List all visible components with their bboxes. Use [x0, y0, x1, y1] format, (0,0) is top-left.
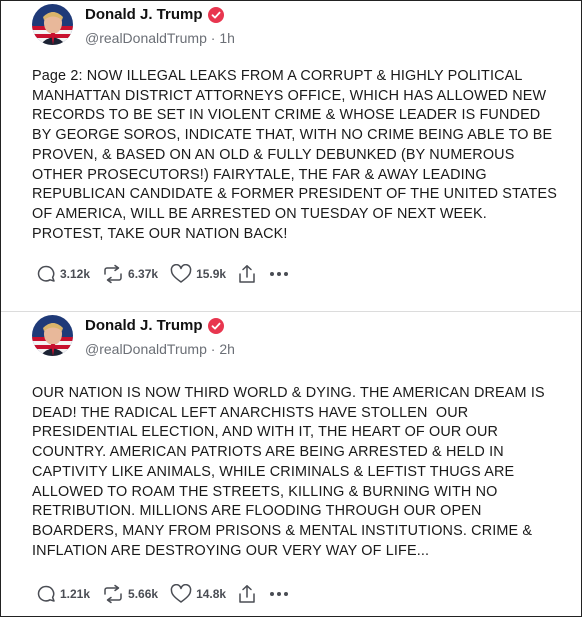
separator: · — [206, 341, 220, 357]
separator: · — [206, 30, 220, 46]
author-row: Donald J. Trump — [85, 317, 224, 334]
author-row: Donald J. Trump — [85, 6, 224, 23]
more-options-button[interactable] — [270, 592, 289, 596]
like-button[interactable]: 15.9k — [170, 264, 226, 284]
share-button[interactable] — [238, 264, 256, 284]
repost-arrows-icon — [104, 584, 122, 604]
reply-count: 3.12k — [60, 267, 91, 281]
display-name[interactable]: Donald J. Trump — [85, 6, 203, 23]
like-button[interactable]: 14.8k — [170, 584, 226, 604]
display-name[interactable]: Donald J. Trump — [85, 317, 203, 334]
timestamp[interactable]: 1h — [219, 30, 235, 46]
post[interactable]: Donald J. Trump @realDonaldTrump · 1h Pa… — [1, 1, 581, 312]
post[interactable]: Donald J. Trump @realDonaldTrump · 2h OU… — [1, 312, 581, 616]
share-upload-icon — [239, 265, 255, 283]
retruth-button[interactable]: 6.37k — [102, 264, 158, 284]
avatar[interactable] — [32, 4, 73, 45]
share-upload-icon — [239, 585, 255, 603]
repost-arrows-icon — [104, 264, 122, 284]
ellipsis-icon — [284, 592, 289, 596]
speech-bubble-icon — [37, 585, 55, 602]
handle-row: @realDonaldTrump · 1h — [85, 30, 235, 46]
post-text: Page 2: NOW ILLEGAL LEAKS FROM A CORRUPT… — [32, 68, 557, 242]
share-button[interactable] — [238, 584, 256, 604]
retruth-count: 5.66k — [128, 587, 159, 601]
ellipsis-icon — [284, 272, 289, 276]
reply-count: 1.21k — [60, 587, 91, 601]
avatar[interactable] — [32, 315, 73, 356]
reply-button[interactable]: 3.12k — [36, 264, 90, 284]
retruth-button[interactable]: 5.66k — [102, 584, 158, 604]
heart-icon — [170, 584, 192, 603]
reply-button[interactable]: 1.21k — [36, 584, 90, 604]
like-count: 15.9k — [196, 267, 227, 281]
ellipsis-icon — [270, 272, 275, 276]
timestamp[interactable]: 2h — [219, 341, 235, 357]
action-bar: 1.21k 5.66k 14.8k — [36, 584, 289, 604]
speech-bubble-icon — [37, 265, 55, 282]
like-count: 14.8k — [196, 587, 227, 601]
more-options-button[interactable] — [270, 272, 289, 276]
handle[interactable]: @realDonaldTrump — [85, 30, 207, 46]
handle[interactable]: @realDonaldTrump — [85, 341, 207, 357]
ellipsis-icon — [270, 592, 275, 596]
retruth-count: 6.37k — [128, 267, 159, 281]
ellipsis-icon — [277, 592, 282, 596]
heart-icon — [170, 264, 192, 283]
handle-row: @realDonaldTrump · 2h — [85, 341, 235, 357]
feed: Donald J. Trump @realDonaldTrump · 1h Pa… — [0, 0, 582, 617]
action-bar: 3.12k 6.37k 15.9k — [36, 264, 289, 284]
post-text: OUR NATION IS NOW THIRD WORLD & DYING. T… — [32, 385, 545, 559]
verified-badge-icon — [207, 317, 224, 334]
verified-badge-icon — [207, 6, 224, 23]
ellipsis-icon — [277, 272, 282, 276]
